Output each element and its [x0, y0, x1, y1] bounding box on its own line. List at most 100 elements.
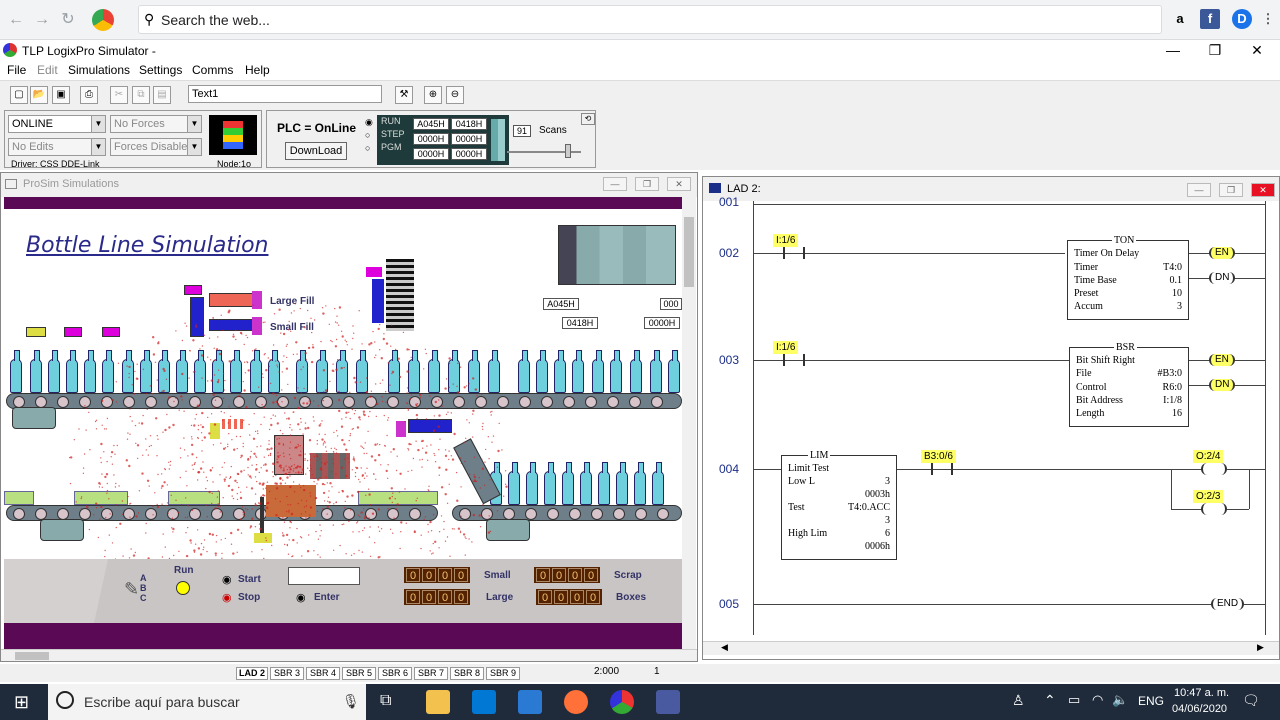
- minimize-icon[interactable]: —: [603, 177, 627, 191]
- clock-date[interactable]: 04/06/2020: [1172, 703, 1227, 715]
- scrollbar-thumb[interactable]: [684, 217, 694, 287]
- scroll-right-icon[interactable]: ▶: [1257, 642, 1264, 653]
- mail-icon[interactable]: [518, 690, 542, 714]
- menu-help[interactable]: Help: [245, 63, 270, 77]
- output-coil[interactable]: [1201, 463, 1227, 475]
- microphone-icon[interactable]: 🎙: [342, 693, 360, 710]
- restore-icon[interactable]: ❐: [1200, 42, 1230, 59]
- run-radio[interactable]: ◉: [365, 117, 373, 128]
- vertical-scrollbar[interactable]: [682, 197, 696, 649]
- menu-comms[interactable]: Comms: [192, 63, 233, 77]
- back-icon[interactable]: ←: [6, 10, 26, 30]
- tab-sbr5[interactable]: SBR 5: [342, 667, 376, 680]
- edits-combo[interactable]: No Edits ▼: [8, 138, 106, 156]
- spray-dot: [473, 456, 476, 458]
- tab-lad2[interactable]: LAD 2: [236, 667, 268, 680]
- clock-time[interactable]: 10:47 a. m.: [1174, 687, 1229, 699]
- notification-icon[interactable]: 🗨: [1242, 692, 1260, 709]
- file-explorer-icon[interactable]: [426, 690, 450, 714]
- amazon-icon[interactable]: a: [1170, 9, 1190, 29]
- forces-combo[interactable]: No Forces ▼: [110, 115, 202, 133]
- refresh-icon[interactable]: ⟲: [581, 113, 595, 125]
- stop-radio[interactable]: ◉: [222, 591, 232, 604]
- output-coil[interactable]: [1201, 503, 1227, 515]
- contact-icon[interactable]: [783, 354, 805, 366]
- step-radio[interactable]: ○: [365, 130, 370, 140]
- task-view-icon[interactable]: ⧉: [380, 692, 391, 710]
- save-app-icon[interactable]: [656, 690, 680, 714]
- menu-simulations[interactable]: Simulations: [68, 63, 130, 77]
- store-icon[interactable]: [472, 690, 496, 714]
- close-icon[interactable]: ✕: [667, 177, 691, 191]
- horizontal-scrollbar[interactable]: [1, 649, 697, 661]
- download-button[interactable]: DownLoad: [285, 142, 347, 160]
- close-icon[interactable]: ✕: [1251, 183, 1275, 197]
- text-field[interactable]: Text1: [188, 85, 382, 103]
- start-radio[interactable]: ◉: [222, 573, 232, 586]
- pgm-radio[interactable]: ○: [365, 143, 370, 153]
- forces-state-combo[interactable]: Forces Disabled ▼: [110, 138, 202, 156]
- restore-icon[interactable]: ❐: [635, 177, 659, 191]
- tab-sbr4[interactable]: SBR 4: [306, 667, 340, 680]
- spray-dot: [235, 329, 237, 332]
- cut-icon[interactable]: ✂: [110, 86, 128, 104]
- zoom-out-icon[interactable]: ⊖: [446, 86, 464, 104]
- wifi-icon[interactable]: ◠: [1092, 692, 1103, 708]
- scroll-left-icon[interactable]: ◀: [721, 642, 728, 653]
- chrome-icon[interactable]: [92, 9, 114, 31]
- taskbar-search[interactable]: Escribe aquí para buscar 🎙: [48, 684, 366, 720]
- reload-icon[interactable]: ↻: [58, 10, 78, 30]
- mode-combo[interactable]: ONLINE ▼: [8, 115, 106, 133]
- enter-radio[interactable]: ◉: [296, 591, 306, 604]
- lim-block[interactable]: LIM Limit Test Low L 3 0003h Test T4:0.ACC…: [781, 450, 897, 560]
- menu-settings[interactable]: Settings: [139, 63, 182, 77]
- open-icon[interactable]: 📂: [30, 86, 48, 104]
- tab-sbr6[interactable]: SBR 6: [378, 667, 412, 680]
- save-icon[interactable]: ▣: [52, 86, 70, 104]
- minimize-icon[interactable]: —: [1187, 183, 1211, 197]
- omnibox[interactable]: ⚲ Search the web...: [138, 5, 1162, 34]
- dn-coil[interactable]: DN: [1209, 272, 1236, 284]
- restore-icon[interactable]: ❐: [1219, 183, 1243, 197]
- firefox-icon[interactable]: [564, 690, 588, 714]
- spray-dot: [293, 468, 295, 470]
- en-coil[interactable]: EN: [1209, 354, 1235, 366]
- scrollbar-thumb[interactable]: [15, 652, 49, 660]
- dn-coil[interactable]: DN: [1209, 379, 1236, 391]
- minimize-icon[interactable]: —: [1158, 42, 1188, 58]
- bsr-block[interactable]: BSR Bit Shift Right File #B3:0 Control R6:…: [1069, 342, 1189, 427]
- volume-icon[interactable]: 🔈: [1112, 692, 1128, 708]
- language-indicator[interactable]: ENG: [1138, 694, 1164, 708]
- horizontal-scrollbar[interactable]: ◀ ▶: [703, 641, 1279, 655]
- copy-icon[interactable]: ⧉: [132, 86, 150, 104]
- new-icon[interactable]: ▢: [10, 86, 28, 104]
- spray-dot: [208, 532, 212, 536]
- battery-icon[interactable]: ▭: [1068, 692, 1080, 708]
- menu-edit[interactable]: Edit: [37, 63, 58, 77]
- chevron-up-icon[interactable]: ⌃: [1044, 692, 1056, 709]
- menu-file[interactable]: File: [7, 63, 26, 77]
- windows-start-icon[interactable]: ⊞: [14, 692, 29, 713]
- extension-icon[interactable]: D: [1232, 9, 1252, 29]
- zoom-in-icon[interactable]: ⊕: [424, 86, 442, 104]
- ton-block[interactable]: TON Timer On Delay Timer T4:0 Time Base 0.…: [1067, 235, 1189, 320]
- tab-sbr7[interactable]: SBR 7: [414, 667, 448, 680]
- tab-sbr3[interactable]: SBR 3: [270, 667, 304, 680]
- forward-icon[interactable]: →: [32, 10, 52, 30]
- tab-sbr9[interactable]: SBR 9: [486, 667, 520, 680]
- facebook-icon[interactable]: f: [1200, 9, 1220, 29]
- menu-icon[interactable]: ⋮: [1258, 9, 1278, 29]
- scan-slider-handle[interactable]: [565, 144, 571, 158]
- people-icon[interactable]: ♙: [1012, 692, 1025, 709]
- print-icon[interactable]: ⎙: [80, 86, 98, 104]
- spray-dot: [472, 436, 474, 438]
- logixpro-icon[interactable]: [610, 690, 634, 714]
- en-coil[interactable]: EN: [1209, 247, 1235, 259]
- thumbwheel-input[interactable]: [288, 567, 360, 585]
- contact-icon[interactable]: [783, 247, 805, 259]
- paste-icon[interactable]: ▤: [153, 86, 171, 104]
- tab-sbr8[interactable]: SBR 8: [450, 667, 484, 680]
- contact-icon[interactable]: [931, 463, 953, 475]
- close-icon[interactable]: ✕: [1242, 42, 1272, 59]
- tools-icon[interactable]: ⚒: [395, 86, 413, 104]
